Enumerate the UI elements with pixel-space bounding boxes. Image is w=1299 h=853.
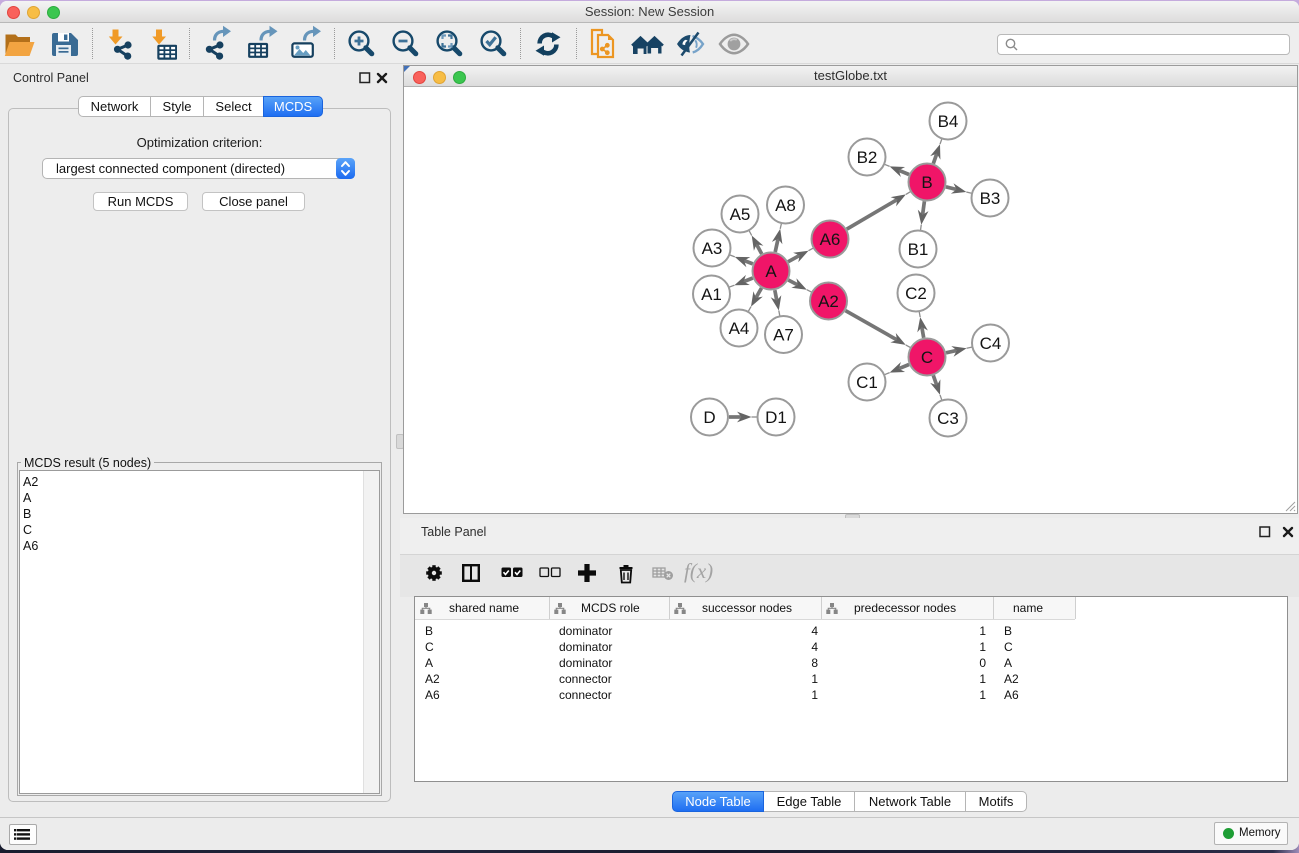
- svg-text:A7: A7: [773, 326, 794, 345]
- svg-text:C3: C3: [937, 409, 959, 428]
- svg-text:A1: A1: [701, 285, 722, 304]
- svg-text:C: C: [921, 348, 933, 367]
- svg-text:D1: D1: [765, 408, 787, 427]
- svg-text:A5: A5: [730, 205, 751, 224]
- svg-text:B3: B3: [980, 189, 1001, 208]
- svg-text:A2: A2: [818, 292, 839, 311]
- svg-text:B1: B1: [908, 240, 929, 259]
- svg-text:C1: C1: [856, 373, 878, 392]
- svg-text:C2: C2: [905, 284, 927, 303]
- svg-text:A6: A6: [820, 230, 841, 249]
- svg-text:B: B: [921, 173, 932, 192]
- svg-text:B2: B2: [857, 148, 878, 167]
- svg-text:D: D: [703, 408, 715, 427]
- svg-text:A4: A4: [729, 319, 750, 338]
- svg-text:A8: A8: [775, 196, 796, 215]
- svg-text:B4: B4: [938, 112, 959, 131]
- svg-text:A: A: [765, 262, 777, 281]
- svg-text:A3: A3: [702, 239, 723, 258]
- svg-text:C4: C4: [980, 334, 1002, 353]
